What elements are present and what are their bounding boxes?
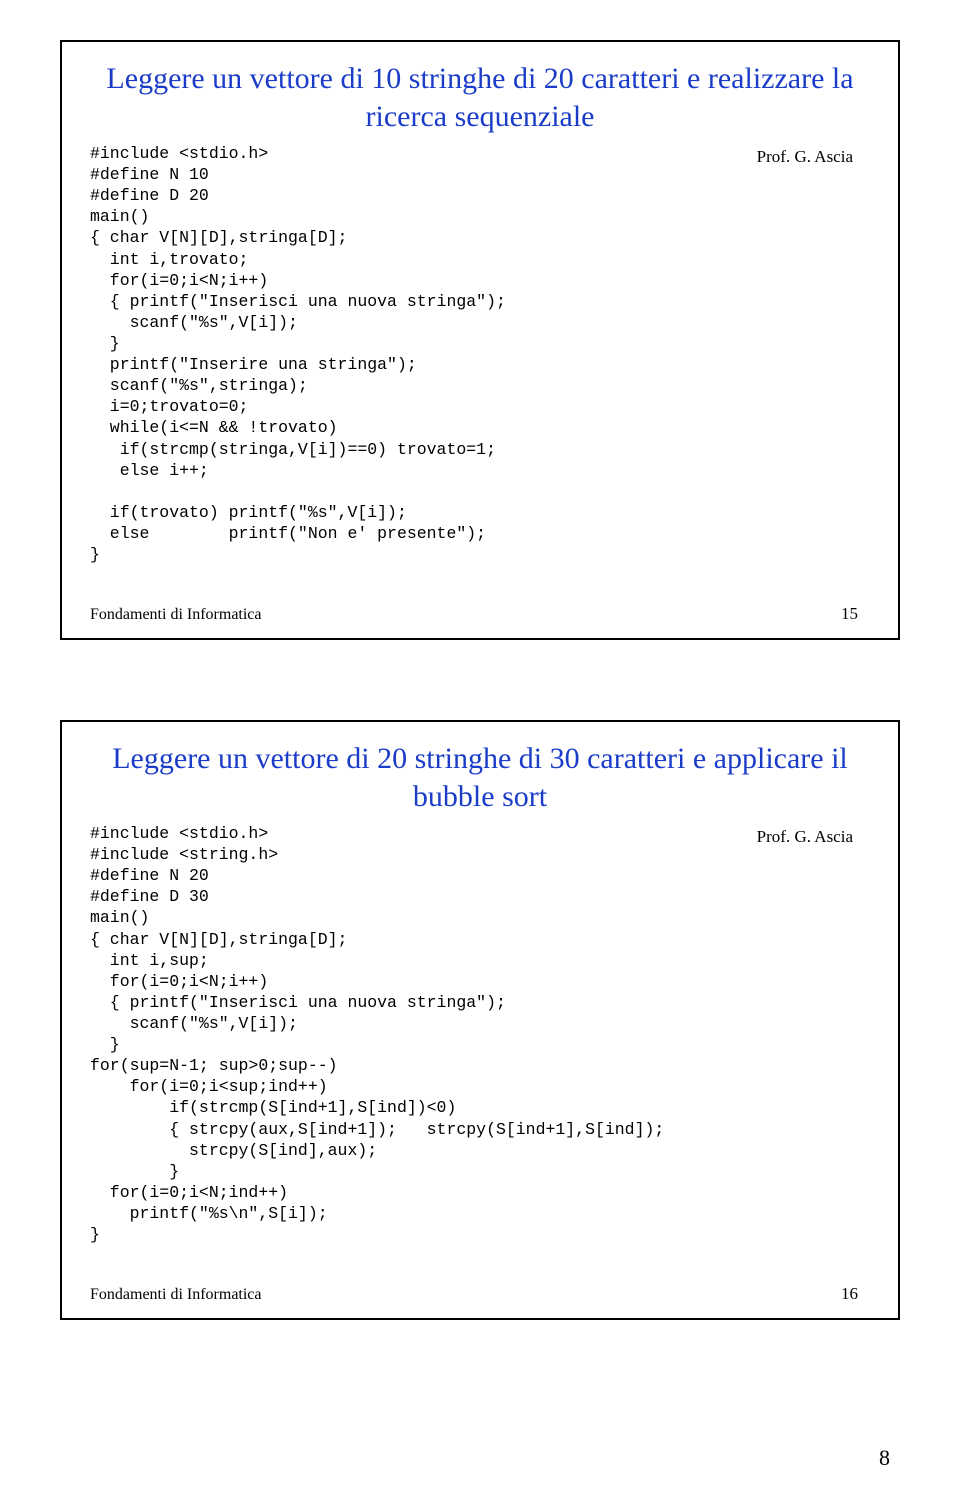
- slide-2: Leggere un vettore di 20 stringhe di 30 …: [60, 720, 900, 1320]
- page-number: 8: [879, 1445, 890, 1471]
- slide-2-footer-left: Fondamenti di Informatica: [90, 1286, 262, 1304]
- slide-1-author: Prof. G. Ascia: [757, 147, 853, 167]
- slide-2-author: Prof. G. Ascia: [757, 827, 853, 847]
- slide-1-footer-left: Fondamenti di Informatica: [90, 606, 262, 624]
- slide-1: Leggere un vettore di 10 stringhe di 20 …: [60, 40, 900, 640]
- slide-2-footer-right: 16: [841, 1284, 858, 1304]
- slide-1-code: #include <stdio.h> #define N 10 #define …: [90, 143, 870, 565]
- slide-1-footer-right: 15: [841, 604, 858, 624]
- page: Leggere un vettore di 10 stringhe di 20 …: [0, 0, 960, 1501]
- slide-2-code: #include <stdio.h> #include <string.h> #…: [90, 823, 870, 1245]
- slide-1-title: Leggere un vettore di 10 stringhe di 20 …: [90, 60, 870, 135]
- slide-2-title: Leggere un vettore di 20 stringhe di 30 …: [90, 740, 870, 815]
